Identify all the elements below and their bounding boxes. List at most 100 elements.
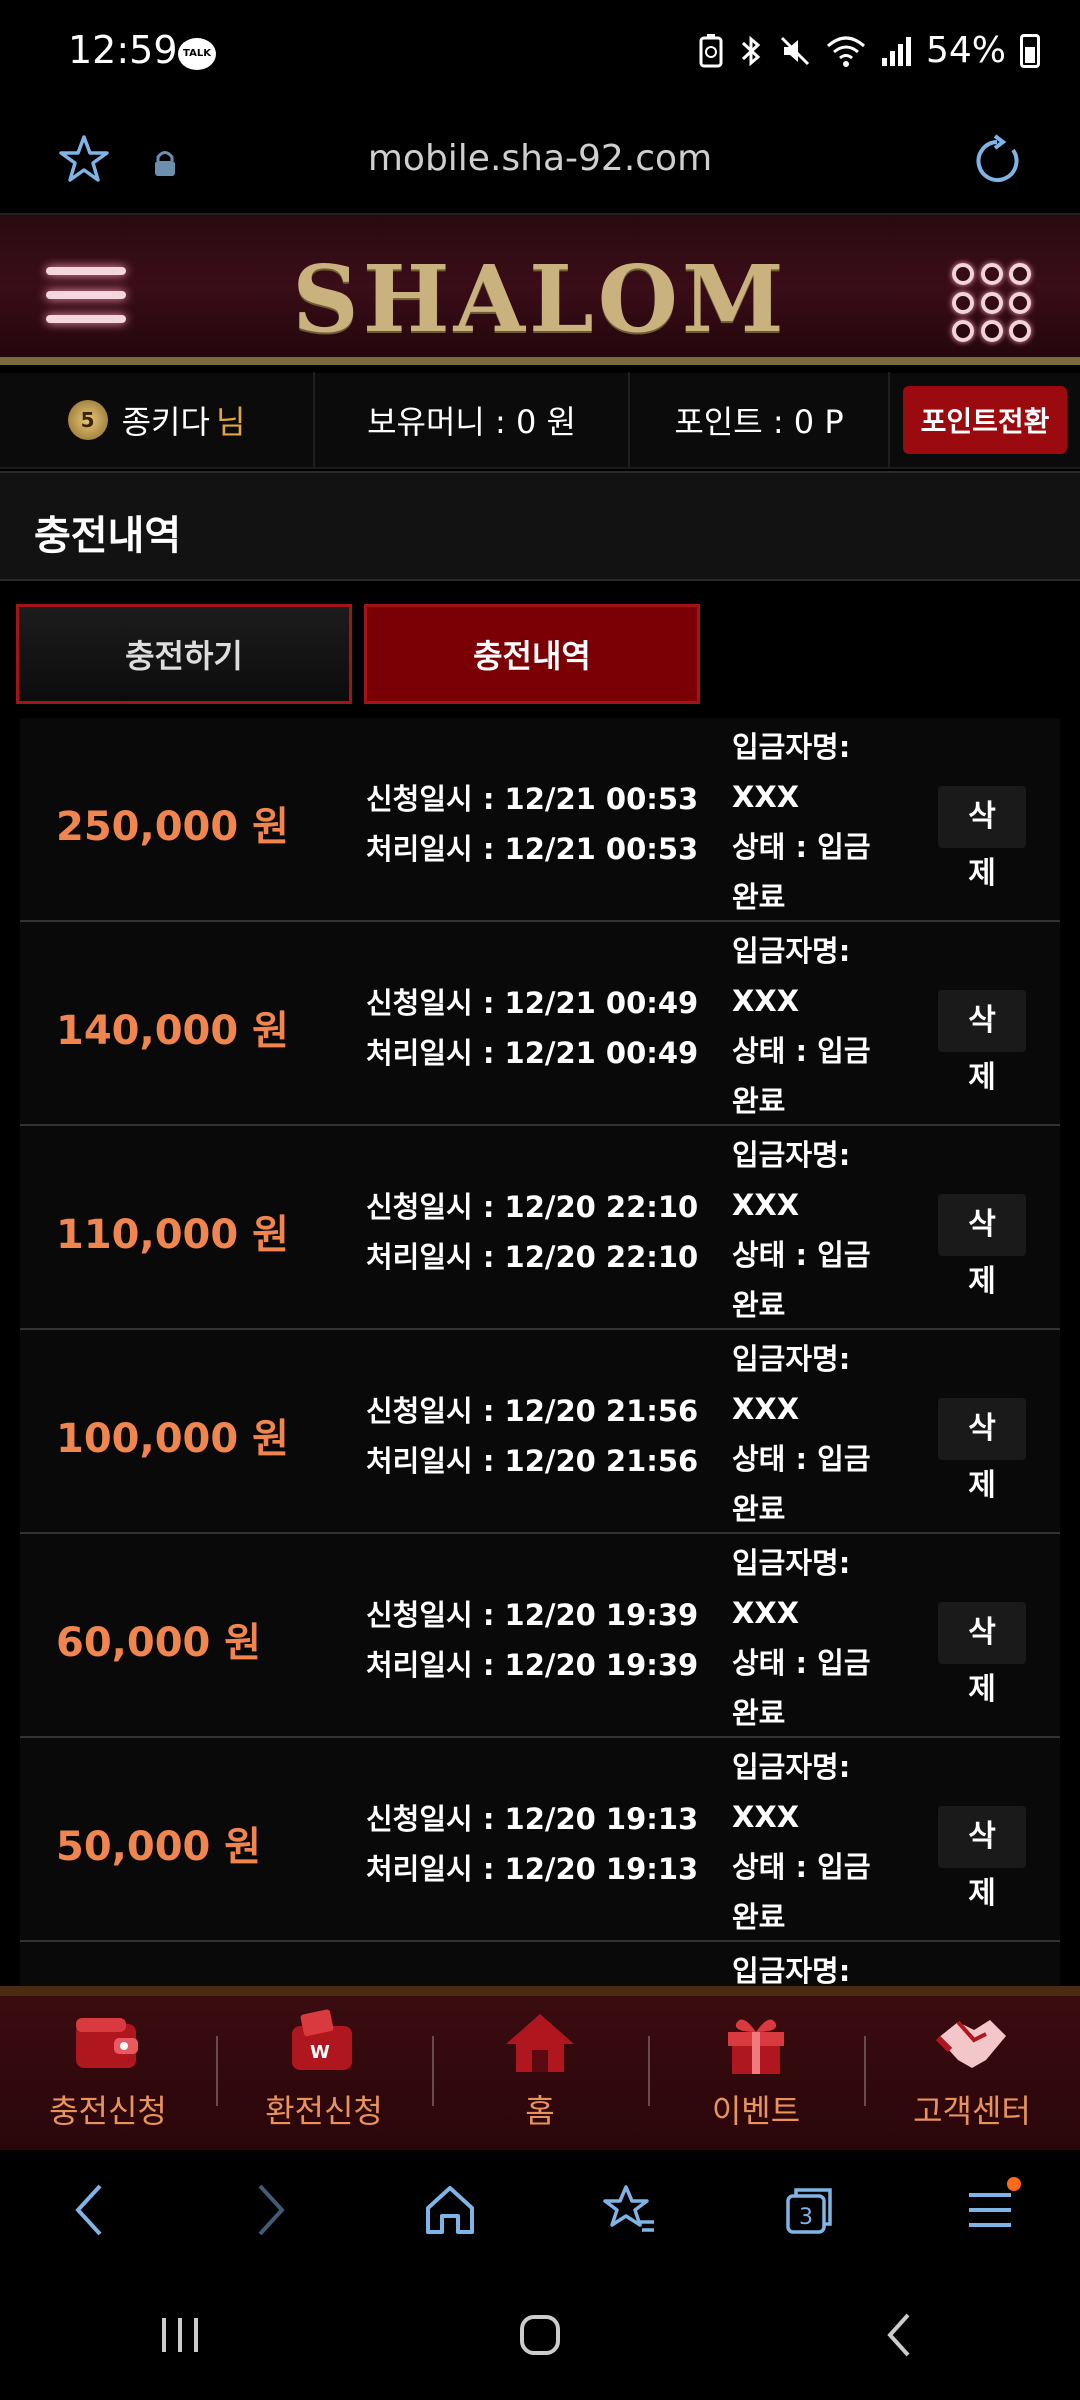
delete-button[interactable]: 삭 [938,990,1026,1052]
tab-charge-history[interactable]: 충전내역 [364,604,700,704]
deposit-info: 입금자명: XXX 상태 : 입금 완료 [732,1130,882,1330]
status-text: 상태 : 입금 [732,1238,871,1272]
amount: 60,000 원 [56,1620,262,1666]
site-bottom-nav: 충전신청 W 환전신청 홈 이벤트 고객센터 [0,1986,1080,2150]
money-balance: 보유머니 : 0 원 [367,403,576,441]
tab-charge[interactable]: 충전하기 [16,604,352,704]
tab-count: 3 [799,2205,813,2230]
browser-menu-button[interactable] [945,2165,1035,2255]
bluetooth-icon [741,35,761,66]
depositor-name: XXX [732,780,800,814]
home-icon [506,2014,574,2072]
depositor-name: XXX [732,1596,800,1630]
delete-button[interactable]: 삭 [938,1398,1026,1460]
list-item: 140,000 원 신청일시 : 12/21 00:49 처리일시 : 12/2… [20,922,1060,1126]
status-text-cont: 완료 [732,1084,786,1118]
depositor-label: 입금자명: [732,1546,851,1580]
status-text-cont: 완료 [732,880,786,914]
deposit-info: 입금자명: XXX 상태 : 입금 완료 [732,926,882,1126]
back-arrow-icon [75,2184,102,2236]
mute-icon [780,36,810,65]
nav-home[interactable]: 홈 [432,1996,648,2150]
processed-time: 처리일시 : 12/20 19:39 [366,1648,699,1682]
browser-tabs-button[interactable]: 3 [765,2165,855,2255]
amount: 100,000 원 [56,1416,289,1462]
browser-bookmarks-button[interactable] [585,2165,675,2255]
android-home-icon[interactable] [510,2305,570,2365]
nav-label: 홈 [525,2092,555,2130]
reload-icon[interactable] [968,132,1026,190]
delete-button-label[interactable]: 제 [938,1868,1026,1912]
menu-lines-icon [969,2193,1011,2227]
status-text-cont: 완료 [732,1288,786,1322]
delete-button-label[interactable]: 제 [938,848,1026,892]
depositor-label: 입금자명: [732,730,851,764]
delete-button-label[interactable]: 제 [938,1052,1026,1096]
depositor-name: XXX [732,1392,800,1426]
status-time: 12:59 [68,28,178,72]
delete-button-label[interactable]: 제 [938,1664,1026,1708]
battery-saver-icon [699,33,723,67]
nav-label: 고객센터 [913,2092,1031,2130]
nav-exchange-request[interactable]: W 환전신청 [216,1996,432,2150]
requested-time: 신청일시 : 12/20 22:10 [366,1190,699,1224]
delete-button[interactable]: 삭 [938,1194,1026,1256]
depositor-label: 입금자명: [732,1138,851,1172]
list-item: 110,000 원 신청일시 : 12/20 22:10 처리일시 : 12/2… [20,1126,1060,1330]
requested-time: 신청일시 : 12/21 00:53 [366,782,699,816]
points-balance: 포인트 : 0 P [674,403,844,441]
section-title-bar: 충전내역 [0,471,1080,581]
tabs-icon: 3 [786,2188,832,2234]
processed-time: 처리일시 : 12/21 00:53 [366,832,699,866]
delete-button[interactable]: 삭 [938,786,1026,848]
processed-time: 처리일시 : 12/20 19:13 [366,1852,699,1886]
depositor-label: 입금자명: [732,1750,851,1784]
dates: 신청일시 : 12/20 21:56 처리일시 : 12/20 21:56 [366,1386,698,1486]
nav-charge-request[interactable]: 충전신청 [0,1996,216,2150]
browser-home-button[interactable] [405,2165,495,2255]
site-logo[interactable]: SHALOM [0,245,1080,353]
recent-apps-icon[interactable] [150,2310,210,2360]
user-info-bar: 5 종키다 님 보유머니 : 0 원 포인트 : 0 P 포인트전환 [0,372,1080,469]
url-text[interactable]: mobile.sha-92.com [0,138,1080,179]
dates: 신청일시 : 12/21 00:53 처리일시 : 12/21 00:53 [366,774,698,874]
handshake-icon [935,2020,1006,2068]
nav-label: 이벤트 [711,2092,801,2130]
list-item: 250,000 원 신청일시 : 12/21 00:53 처리일시 : 12/2… [20,718,1060,922]
delete-button-label[interactable]: 제 [938,1256,1026,1300]
list-item: 50,000 원 신청일시 : 12/20 19:13 처리일시 : 12/20… [20,1738,1060,1942]
processed-time: 처리일시 : 12/20 22:10 [366,1240,699,1274]
user-name-cell: 5 종키다 님 [0,372,315,468]
android-back-icon[interactable] [870,2305,930,2365]
delete-button-label[interactable]: 제 [938,1460,1026,1504]
status-text: 상태 : 입금 [732,1034,871,1068]
grid-menu-icon[interactable] [952,263,1032,343]
depositor-label: 입금자명: [732,1342,851,1376]
charge-history-list: 250,000 원 신청일시 : 12/21 00:53 처리일시 : 12/2… [20,718,1060,2002]
deposit-info: 입금자명: XXX 상태 : 입금 완료 [732,1742,882,1942]
notification-dot [1007,2177,1021,2191]
status-text-cont: 완료 [732,1900,786,1934]
depositor-name: XXX [732,1188,800,1222]
signal-icon [881,36,911,66]
delete-button[interactable]: 삭 [938,1806,1026,1868]
status-text: 상태 : 입금 [732,830,871,864]
username: 종키다 [121,403,210,441]
site-header: SHALOM [0,215,1080,365]
amount: 50,000 원 [56,1824,262,1870]
browser-back-button[interactable] [45,2165,135,2255]
list-item: 60,000 원 신청일시 : 12/20 19:39 처리일시 : 12/20… [20,1534,1060,1738]
point-convert-button[interactable]: 포인트전환 [902,386,1068,454]
bookmarks-star-icon [603,2185,654,2232]
nav-label: 환전신청 [265,2092,383,2130]
amount: 140,000 원 [56,1008,289,1054]
nav-event[interactable]: 이벤트 [648,1996,864,2150]
nav-customer-center[interactable]: 고객센터 [864,1996,1080,2150]
delete-button[interactable]: 삭 [938,1602,1026,1664]
wifi-icon [826,36,865,67]
browser-forward-button[interactable] [225,2165,315,2255]
depositor-label: 입금자명: [732,934,851,968]
requested-time: 신청일시 : 12/20 19:39 [366,1598,699,1632]
gift-icon [728,2019,784,2074]
status-icons: 54% [698,30,1040,71]
